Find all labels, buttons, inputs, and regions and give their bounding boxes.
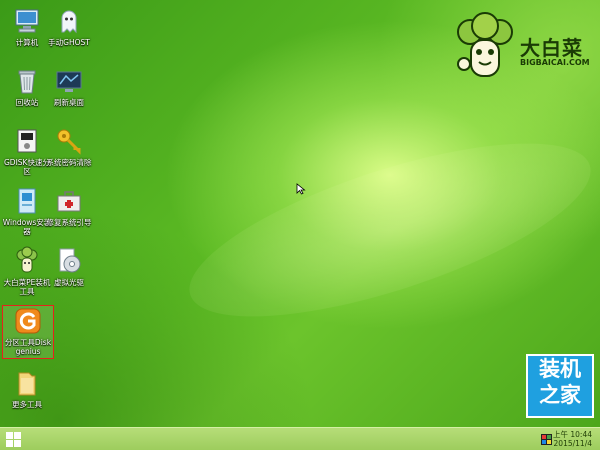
windows-installer-icon — [12, 186, 42, 216]
taskbar: 上午 10:44 2015/11/4 — [0, 427, 600, 450]
icon-label: 分区工具Diskgenius — [4, 338, 52, 356]
logo-text-cn: 大白菜 — [520, 36, 583, 60]
badge-line1: 装机 — [539, 357, 581, 381]
monitor-refresh-icon — [54, 66, 84, 96]
logo-text-en: BIGBAICAI.COM — [520, 58, 590, 67]
desktop[interactable]: 计算机 回收站 GDISK快速分区 Windows安装器 大白菜PE装机工具 分… — [0, 0, 600, 450]
diskgenius-icon — [13, 306, 43, 336]
desktop-icon-boot-repair[interactable]: 修复系统引导 — [44, 186, 94, 227]
start-button[interactable] — [6, 432, 21, 447]
mouse-cursor-icon — [296, 183, 306, 195]
clock-date: 2015/11/4 — [553, 439, 592, 448]
desktop-icon-more-tools[interactable]: 更多工具 — [2, 368, 52, 409]
desktop-icon-virtual-drive[interactable]: 虚拟光驱 — [44, 246, 94, 287]
gdisk-icon — [12, 126, 42, 156]
toolbox-icon — [54, 186, 84, 216]
wallpaper-highlight — [171, 108, 600, 352]
icon-label: 更多工具 — [12, 400, 42, 409]
folder-icon — [12, 368, 42, 398]
desktop-icon-diskgenius[interactable]: 分区工具Diskgenius — [2, 305, 54, 359]
cabbage-mascot-icon — [457, 12, 513, 77]
key-icon — [54, 126, 84, 156]
icon-label: 刷新桌面 — [54, 98, 84, 107]
icon-label: 修复系统引导 — [46, 218, 92, 227]
icon-label: 虚拟光驱 — [54, 278, 84, 287]
clock-time: 上午 10:44 — [553, 430, 592, 439]
desktop-icon-password-clear[interactable]: 系统密码清除 — [44, 126, 94, 167]
virtual-drive-icon — [54, 246, 84, 276]
icon-label: 手动GHOST — [48, 38, 90, 47]
zhuangjizhijia-badge: 装机 之家 — [526, 354, 594, 418]
ghost-icon — [54, 6, 84, 36]
desktop-icon-refresh-desktop[interactable]: 刷新桌面 — [44, 66, 94, 107]
badge-line2: 之家 — [539, 383, 581, 407]
cabbage-icon — [12, 246, 42, 276]
tray-app-icon[interactable] — [541, 434, 552, 445]
recycle-bin-icon — [12, 66, 42, 96]
desktop-icon-ghost[interactable]: 手动GHOST — [44, 6, 94, 47]
taskbar-clock[interactable]: 上午 10:44 2015/11/4 — [553, 430, 592, 448]
bigbaicai-logo: 大白菜 BIGBAICAI.COM — [450, 12, 590, 84]
icon-label: 系统密码清除 — [46, 158, 92, 167]
computer-icon — [12, 6, 42, 36]
windows-logo-icon — [6, 432, 13, 439]
